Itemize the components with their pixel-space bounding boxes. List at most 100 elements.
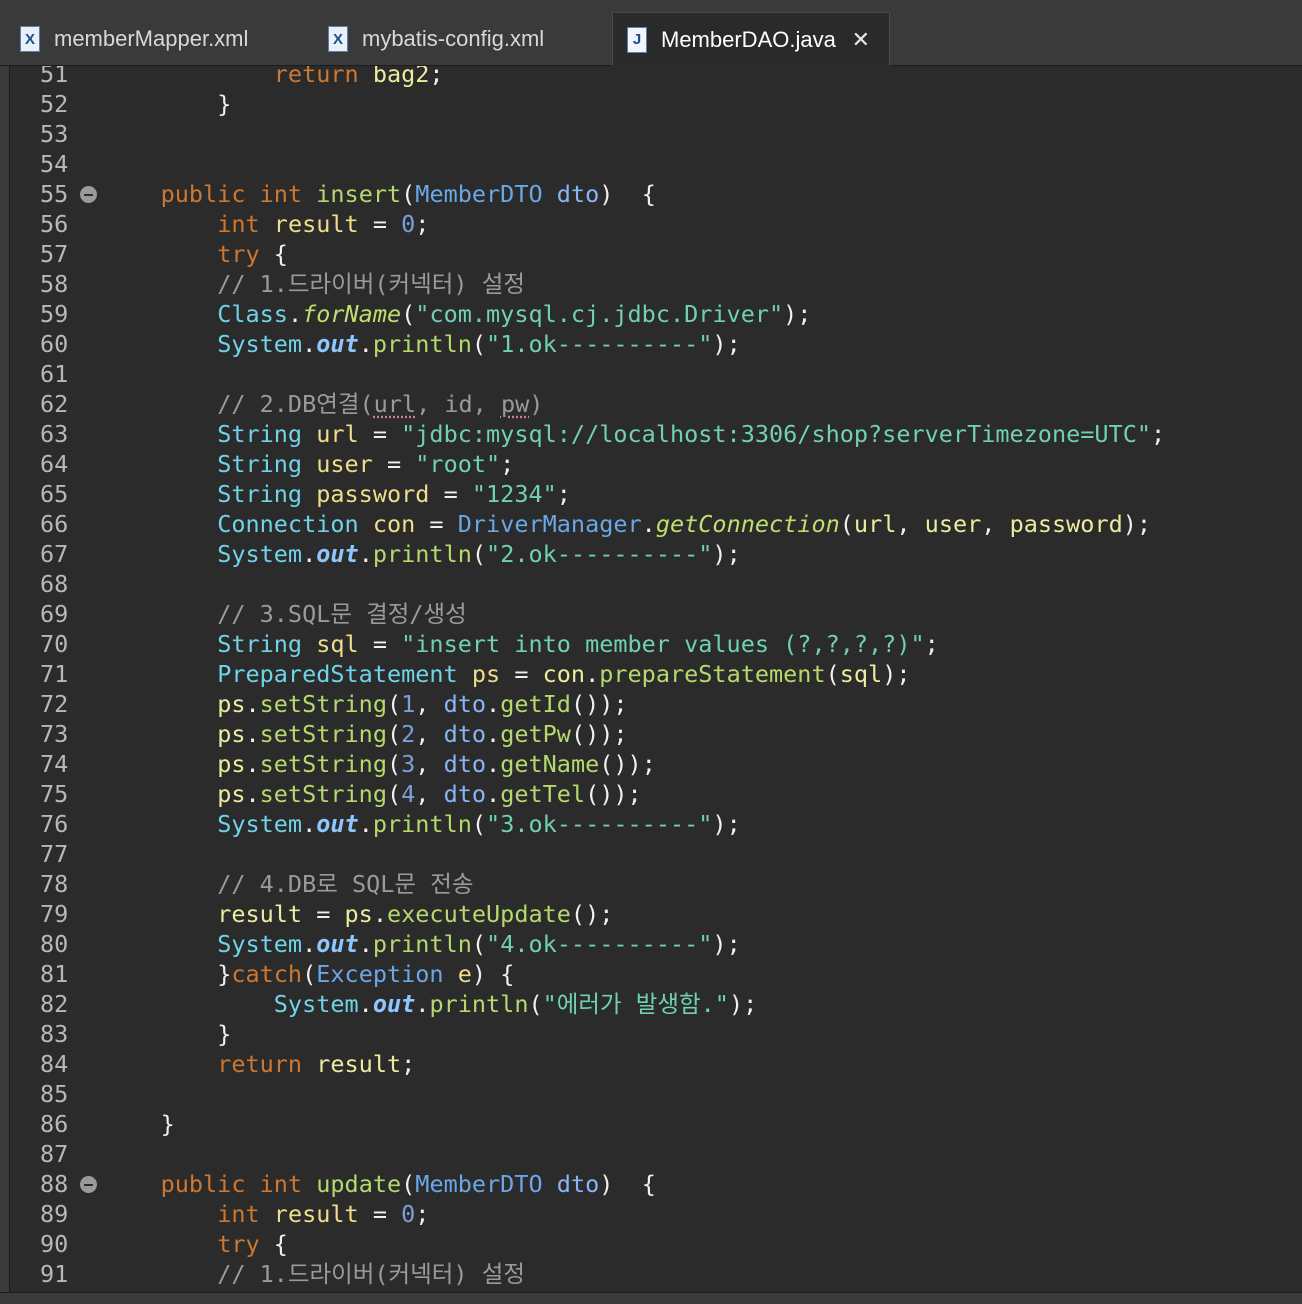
line-number: 53 [40,120,69,148]
code-line[interactable]: 53 [0,119,1302,149]
code-line[interactable]: 56 int result = 0; [0,209,1302,239]
code-editor[interactable]: 51 return bag2; 52 } 53 54 55 public int ins… [0,66,1302,1292]
code-line[interactable]: 55 public int insert(MemberDTO dto) { [0,179,1302,209]
line-number: 69 [40,600,69,628]
code-line[interactable]: 85 [0,1079,1302,1109]
code-token: } [217,90,232,118]
code-line[interactable]: 79 result = ps.executeUpdate(); [0,899,1302,929]
code-line[interactable]: 82 System.out.println("에러가 발생함."); [0,989,1302,1019]
code-line[interactable]: 75 ps.setString(4, dto.getTel()); [0,779,1302,809]
code-line[interactable]: 87 [0,1139,1302,1169]
code-token: = [358,630,402,658]
code-token: int [217,1200,260,1228]
code-line[interactable]: 66 Connection con = DriverManager.getCon… [0,509,1302,539]
code-line[interactable]: 60 System.out.println("1.ok----------"); [0,329,1302,359]
code-line[interactable]: 78 // 4.DB로 SQL문 전송 [0,869,1302,899]
code-token: "4.ok----------" [486,930,713,958]
code-line[interactable]: 65 String password = "1234"; [0,479,1302,509]
code-line[interactable]: 52 } [0,89,1302,119]
code-line[interactable]: 51 return bag2; [0,66,1302,89]
code-line[interactable]: 84 return result; [0,1049,1302,1079]
line-number: 63 [40,420,69,448]
code-token: MemberDTO [415,180,543,208]
close-icon[interactable]: ✕ [850,28,872,51]
code-token: try [217,1230,260,1258]
code-text: return bag2; [104,66,444,89]
code-text: } [104,1019,231,1049]
code-line[interactable]: 61 [0,359,1302,389]
code-token: println [372,540,472,568]
code-text: public int insert(MemberDTO dto) { [104,179,656,209]
line-number: 83 [40,1020,69,1048]
code-token: "jdbc:mysql://localhost:3306/shop?server… [401,420,1151,448]
line-number: 55 [40,180,69,208]
code-line[interactable]: 86 } [0,1109,1302,1139]
code-token: // 4.DB로 SQL문 전송 [217,870,474,898]
code-line[interactable]: 71 PreparedStatement ps = con.prepareSta… [0,659,1302,689]
fold-collapse-icon[interactable] [80,186,97,203]
code-line[interactable]: 58 // 1.드라이버(커넥터) 설정 [0,269,1302,299]
code-line[interactable]: 91 // 1.드라이버(커넥터) 설정 [0,1259,1302,1289]
code-token: dto [443,690,487,718]
code-text: ps.setString(4, dto.getTel()); [104,779,642,809]
code-token: . [245,690,260,718]
code-line[interactable]: 90 try { [0,1229,1302,1259]
tab-mybatis-config-xml[interactable]: X mybatis-config.xml [328,12,608,66]
code-token: out [316,930,359,958]
code-token: out [316,540,359,568]
code-line[interactable]: 54 [0,149,1302,179]
code-token: // 1.드라이버(커넥터) 설정 [217,1260,525,1288]
code-line[interactable]: 67 System.out.println("2.ok----------"); [0,539,1302,569]
code-token: "3.ok----------" [486,810,713,838]
line-number: 74 [40,750,69,778]
code-token: setString [259,780,387,808]
code-line[interactable]: 81 }catch(Exception e) { [0,959,1302,989]
code-token: ( [471,930,487,958]
code-token: ps [217,780,246,808]
code-line[interactable]: 63 String url = "jdbc:mysql://localhost:… [0,419,1302,449]
tab-member-dao-java[interactable]: J MemberDAO.java ✕ [612,12,890,66]
code-token: ( [401,180,416,208]
code-text: System.out.println("2.ok----------"); [104,539,741,569]
code-text: public int update(MemberDTO dto) { [104,1169,656,1199]
code-token: getId [500,690,571,718]
code-line[interactable]: 73 ps.setString(2, dto.getPw()); [0,719,1302,749]
code-token: out [372,990,416,1018]
tab-member-mapper-xml[interactable]: X memberMapper.xml [20,12,310,66]
code-line[interactable]: 83 } [0,1019,1302,1049]
code-token: . [302,540,317,568]
line-number: 71 [40,660,69,688]
code-line[interactable]: 88 public int update(MemberDTO dto) { [0,1169,1302,1199]
code-token: int [217,210,260,238]
code-token: ()); [599,750,656,778]
fold-collapse-icon[interactable] [80,1176,97,1193]
code-line[interactable]: 80 System.out.println("4.ok----------"); [0,929,1302,959]
code-token: ); [882,660,911,688]
code-line[interactable]: 72 ps.setString(1, dto.getId()); [0,689,1302,719]
code-line[interactable]: 69 // 3.SQL문 결정/생성 [0,599,1302,629]
code-line[interactable]: 76 System.out.println("3.ok----------"); [0,809,1302,839]
code-line[interactable]: 74 ps.setString(3, dto.getName()); [0,749,1302,779]
code-line[interactable]: 89 int result = 0; [0,1199,1302,1229]
code-line[interactable]: 57 try { [0,239,1302,269]
code-line[interactable]: 77 [0,839,1302,869]
code-token: ); [712,810,741,838]
code-line[interactable]: 64 String user = "root"; [0,449,1302,479]
code-text: String url = "jdbc:mysql://localhost:330… [104,419,1165,449]
code-line[interactable]: 59 Class.forName("com.mysql.cj.jdbc.Driv… [0,299,1302,329]
code-line[interactable]: 70 String sql = "insert into member valu… [0,629,1302,659]
code-line[interactable]: 62 // 2.DB연결(url, id, pw) [0,389,1302,419]
code-line[interactable]: 68 [0,569,1302,599]
